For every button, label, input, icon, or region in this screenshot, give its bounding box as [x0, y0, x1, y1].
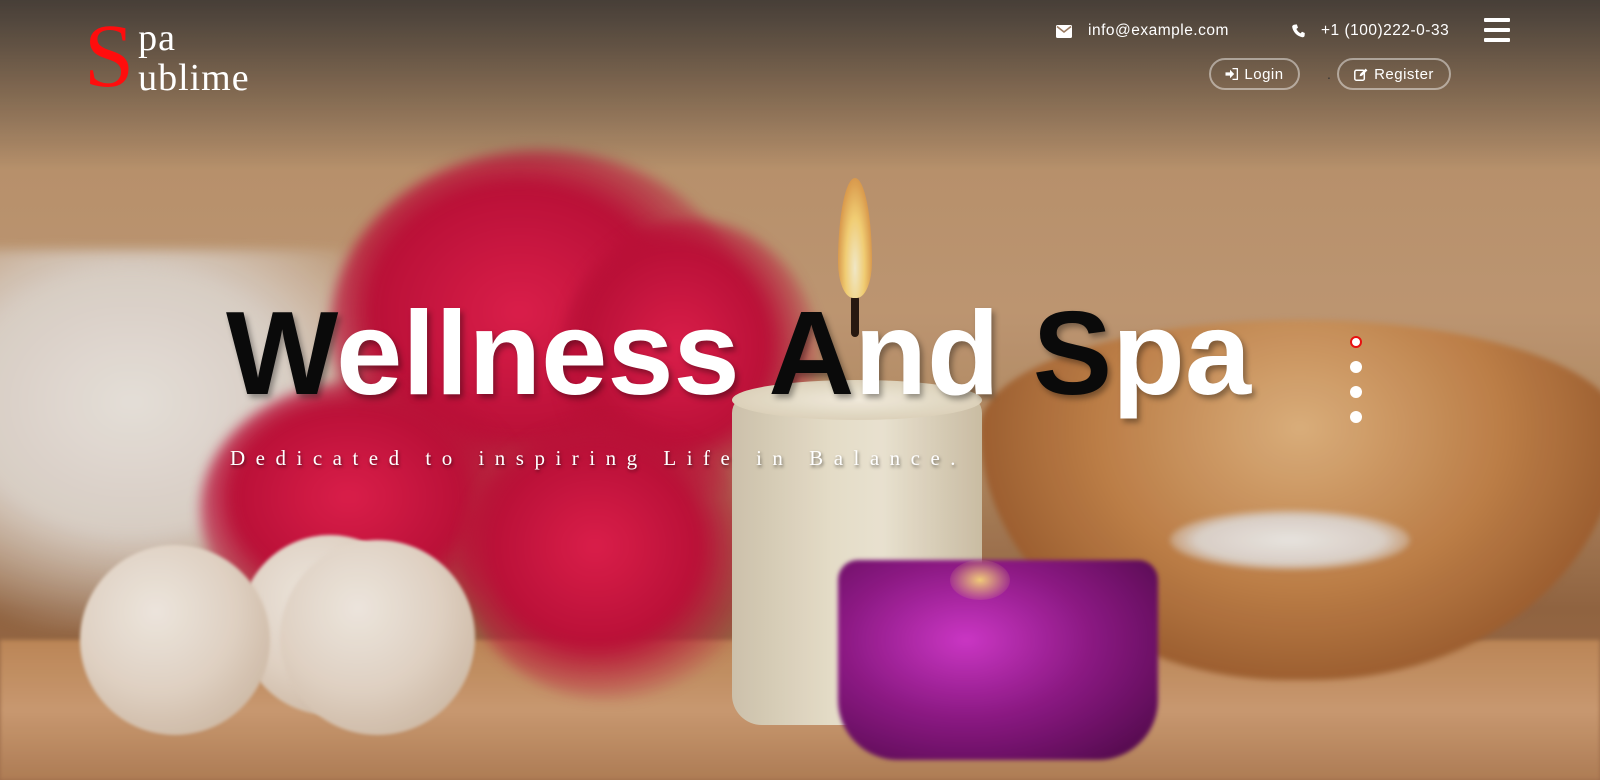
hero-title-part: nd: [854, 287, 1033, 420]
site-logo[interactable]: S pa ublime: [84, 7, 250, 106]
envelope-icon: [1056, 24, 1072, 38]
login-button[interactable]: Login: [1209, 58, 1300, 90]
sign-in-icon: [1225, 68, 1239, 80]
register-label: Register: [1374, 65, 1434, 83]
slider-dot[interactable]: [1350, 411, 1362, 423]
hero-section: S pa ublime info@example.com +1 (100)222…: [0, 0, 1600, 780]
slider-dot[interactable]: [1350, 336, 1362, 348]
contact-email-text: info@example.com: [1088, 22, 1229, 39]
hero-title-part: A: [768, 287, 855, 420]
register-button[interactable]: Register: [1337, 58, 1451, 90]
logo-text: pa ublime: [138, 14, 250, 98]
menu-bar: [1484, 38, 1510, 42]
contact-email[interactable]: info@example.com: [1056, 18, 1229, 44]
slider-dots: [1350, 336, 1362, 423]
hamburger-menu-icon[interactable]: [1484, 18, 1512, 42]
slider-dot[interactable]: [1350, 386, 1362, 398]
login-label: Login: [1244, 65, 1284, 83]
phone-icon: [1292, 24, 1305, 38]
hero-title-part: ellness: [336, 287, 769, 420]
contact-phone[interactable]: +1 (100)222-0-33: [1292, 18, 1449, 44]
slider-dot[interactable]: [1350, 361, 1362, 373]
menu-bar: [1484, 28, 1510, 32]
hero-title-part: W: [226, 287, 337, 420]
hero-title: Wellness And Spa: [226, 284, 1251, 424]
hero-title-part: S: [1032, 287, 1113, 420]
logo-initial: S: [84, 7, 135, 106]
contact-phone-text: +1 (100)222-0-33: [1321, 22, 1450, 39]
header-separator: .: [1327, 66, 1331, 82]
edit-icon: [1354, 68, 1368, 81]
logo-line-1: pa: [138, 17, 176, 59]
hero-tagline: Dedicated to inspiring Life in Balance.: [230, 446, 967, 470]
logo-line-2: ublime: [138, 57, 250, 99]
menu-bar: [1484, 18, 1510, 22]
hero-title-part: pa: [1112, 287, 1252, 420]
